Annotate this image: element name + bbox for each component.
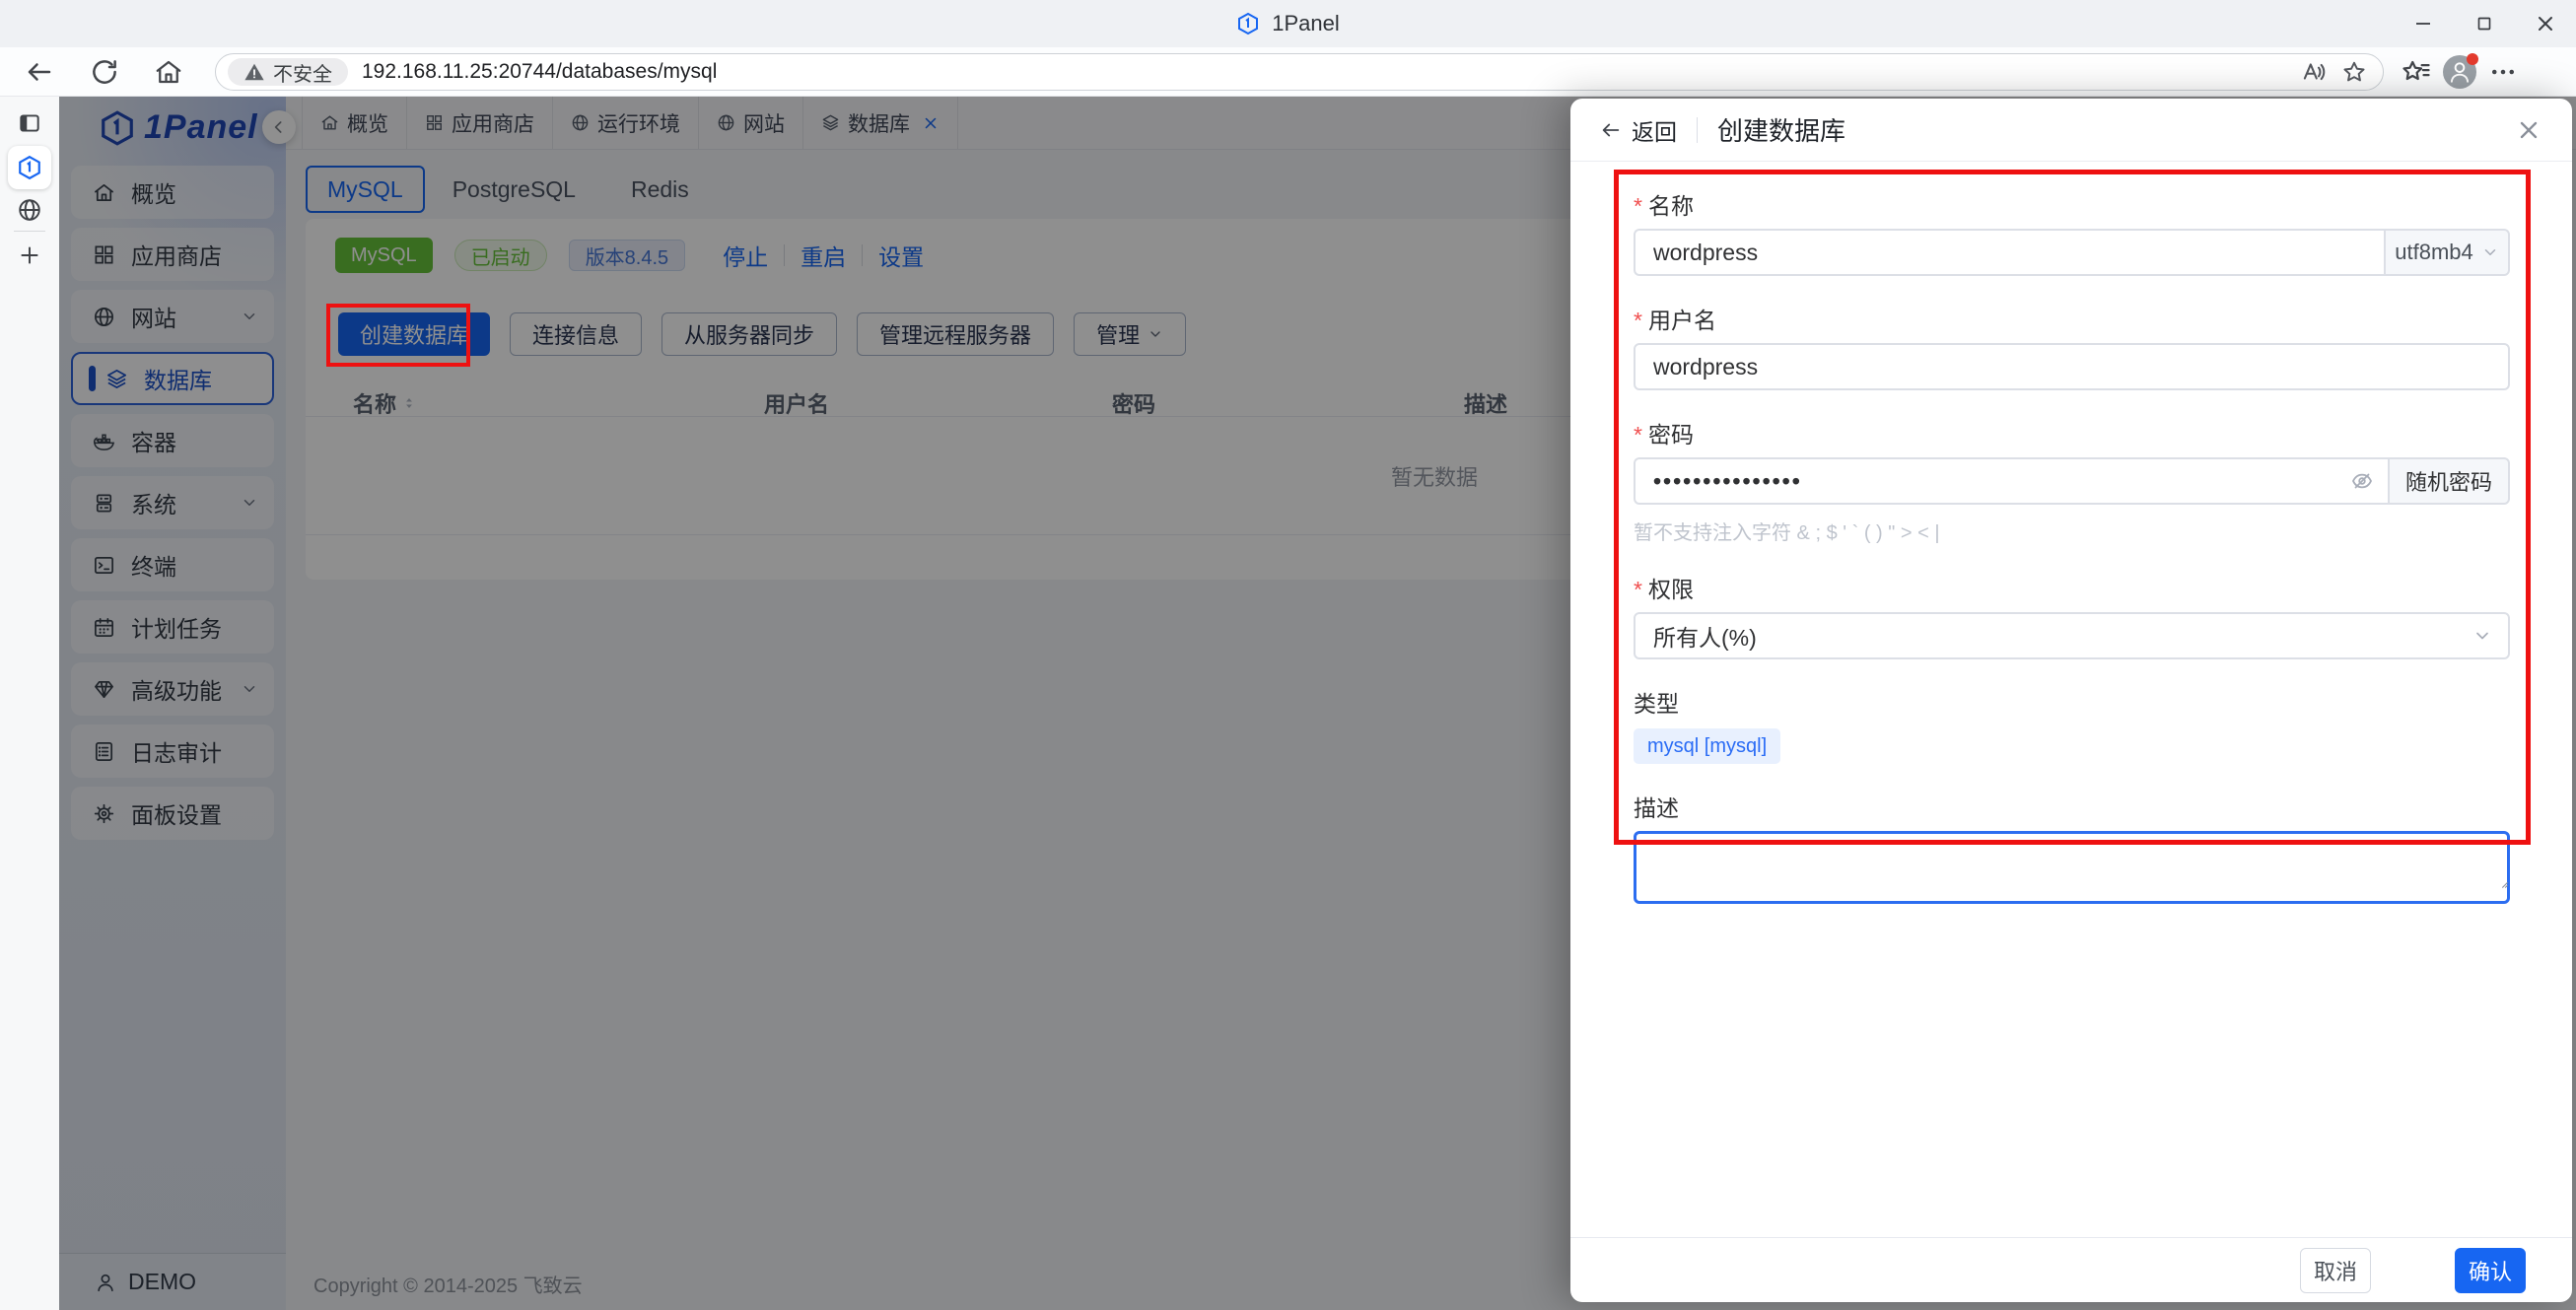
resize-grip-icon[interactable] (2495, 875, 2509, 889)
edge-sidebar-rail (0, 97, 59, 1310)
minimize-icon (2411, 12, 2435, 35)
browser-viewport: 1Panel 概览 应用商店 网站 数据库 容器 系统 终端 计划任务 高级功能… (0, 97, 2576, 1310)
security-chip[interactable]: 不安全 (228, 58, 348, 86)
profile-avatar[interactable] (2443, 53, 2478, 89)
window-titlebar: 1Panel (0, 0, 2576, 47)
divider (1697, 116, 1698, 143)
rail-active-site-button[interactable] (8, 146, 51, 189)
browser-toolbar: 不安全 192.168.11.25:20744/databases/mysql (0, 47, 2576, 134)
maximize-icon (2473, 13, 2495, 34)
browser-menu-icon[interactable] (2488, 57, 2518, 87)
drawer-close-icon[interactable] (2515, 116, 2542, 144)
window-maximize-button[interactable] (2454, 0, 2515, 47)
drawer-back-button[interactable]: 返回 (1600, 113, 1677, 147)
tab-manager-icon[interactable] (17, 110, 42, 136)
window-title: 1Panel (0, 0, 2576, 47)
drawer-header: 返回 创建数据库 (1570, 99, 2572, 162)
onepanel-page: 1Panel 概览 应用商店 网站 数据库 容器 系统 终端 计划任务 高级功能… (59, 97, 2576, 1310)
annotation-create-button-highlight (326, 304, 470, 367)
home-icon[interactable] (154, 57, 183, 87)
annotation-form-highlight (1614, 170, 2531, 845)
security-label: 不安全 (273, 63, 332, 86)
drawer-footer: 取消 确认 (1570, 1237, 2572, 1302)
favorite-star-icon[interactable] (2341, 59, 2367, 85)
confirm-button[interactable]: 确认 (2455, 1248, 2526, 1293)
window-minimize-button[interactable] (2393, 0, 2454, 47)
rail-add-icon[interactable] (17, 242, 42, 268)
not-secure-warning-icon (244, 61, 265, 83)
read-aloud-icon[interactable] (2300, 59, 2326, 85)
favorites-bar-icon[interactable] (2402, 57, 2431, 87)
cancel-button[interactable]: 取消 (2300, 1248, 2371, 1293)
window-close-button[interactable] (2515, 0, 2576, 47)
back-icon[interactable] (25, 57, 54, 87)
address-bar[interactable]: 不安全 192.168.11.25:20744/databases/mysql (215, 53, 2384, 91)
refresh-icon[interactable] (90, 57, 119, 87)
notification-dot (2467, 53, 2478, 65)
back-arrow-icon (1600, 119, 1622, 141)
drawer-title: 创建数据库 (1717, 116, 1846, 146)
window-title-text: 1Panel (1272, 11, 1340, 35)
close-icon (2534, 12, 2557, 35)
onepanel-favicon-icon (1236, 12, 1260, 35)
url-text: 192.168.11.25:20744/databases/mysql (362, 60, 718, 83)
rail-divider (14, 231, 45, 232)
rail-globe-icon[interactable] (17, 197, 42, 223)
onepanel-favicon-icon (17, 155, 42, 180)
